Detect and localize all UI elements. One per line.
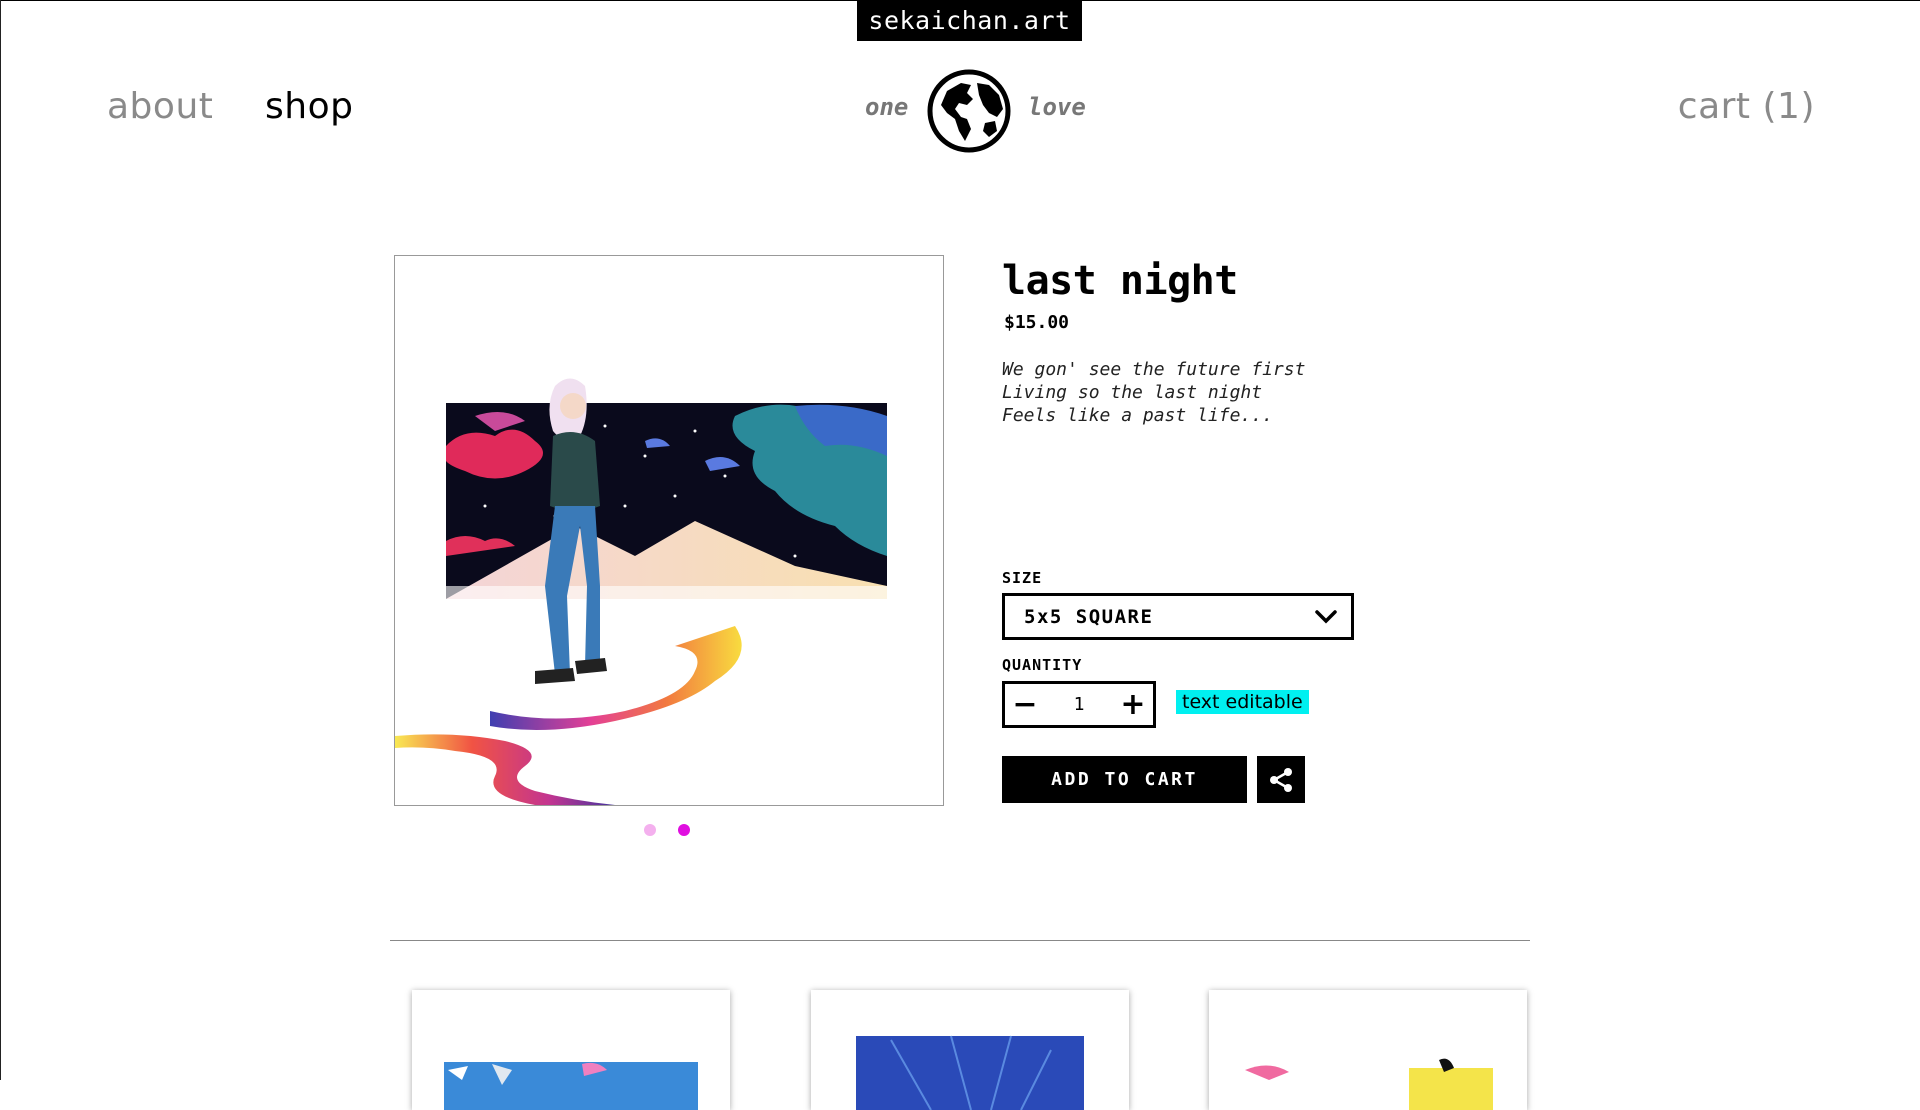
quantity-input[interactable]: 1	[1074, 694, 1085, 715]
chevron-down-icon	[1315, 609, 1337, 623]
image-carousel-dots	[644, 824, 690, 836]
site-title[interactable]: sekaichan.art	[857, 0, 1082, 41]
size-label: SIZE	[1002, 569, 1043, 587]
related-product-card[interactable]	[1209, 990, 1527, 1110]
quantity-decrement-button[interactable]: −	[1005, 684, 1045, 725]
related-product-card[interactable]	[811, 990, 1129, 1110]
quantity-increment-button[interactable]: +	[1113, 684, 1153, 725]
carousel-dot-2[interactable]	[678, 824, 690, 836]
nav-shop-link[interactable]: shop	[265, 86, 353, 127]
share-icon	[1270, 767, 1292, 792]
product-price: $15.00	[1004, 312, 1070, 333]
nav-cart-link[interactable]: cart (1)	[1678, 86, 1815, 127]
size-select-value: 5x5 SQUARE	[1024, 605, 1154, 628]
description-line: We gon' see the future first	[1002, 359, 1306, 380]
product-image[interactable]	[394, 255, 944, 806]
quantity-label: QUANTITY	[1002, 656, 1083, 674]
section-divider	[390, 940, 1530, 941]
tagline-love: love	[1028, 93, 1086, 121]
product-title: last night	[1002, 258, 1238, 304]
description-line: Feels like a past life...	[1002, 405, 1273, 426]
related-product-card[interactable]	[412, 990, 730, 1110]
nav-about-link[interactable]: about	[107, 86, 213, 127]
add-to-cart-button[interactable]: ADD TO CART	[1002, 756, 1247, 803]
product-description: We gon' see the future first Living so t…	[1002, 358, 1305, 427]
carousel-dot-1[interactable]	[644, 824, 656, 836]
globe-icon[interactable]	[927, 69, 1011, 153]
left-border	[0, 0, 1, 1080]
size-select[interactable]: 5x5 SQUARE	[1002, 593, 1354, 640]
share-button[interactable]	[1257, 756, 1305, 803]
quantity-stepper: − 1 +	[1002, 681, 1156, 728]
text-editable-badge: text editable	[1176, 690, 1309, 714]
description-line: Living so the last night	[1002, 382, 1263, 403]
tagline-one: one	[865, 93, 909, 121]
